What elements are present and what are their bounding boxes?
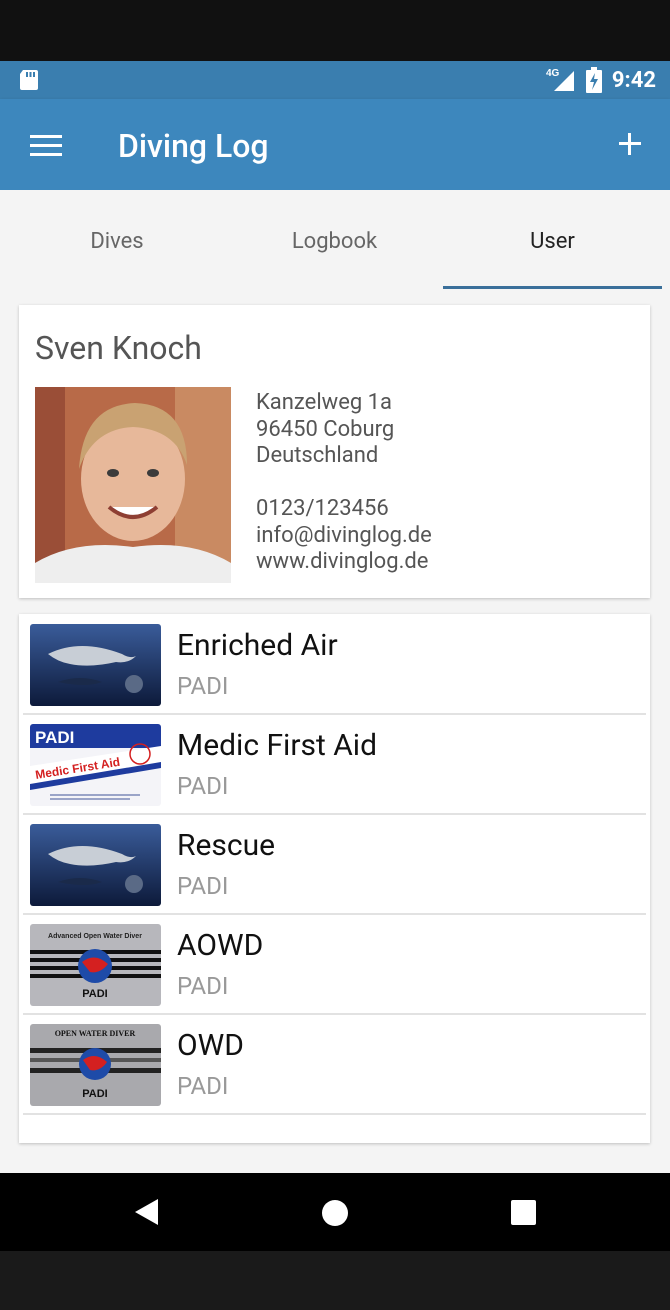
- cert-card-image: Advanced Open Water Diver PADI: [30, 924, 161, 1006]
- address-line-1: Kanzelweg 1a: [256, 390, 393, 415]
- back-triangle-icon[interactable]: [135, 1199, 158, 1225]
- tab-indicator: [443, 286, 662, 289]
- cert-row-medic-first-aid[interactable]: PADI Medic First Aid Medic First Aid PAD…: [23, 714, 646, 815]
- cert-card-image: OPEN WATER DIVER PADI: [30, 1024, 161, 1106]
- svg-text:PADI: PADI: [82, 988, 107, 1000]
- sd-card-icon: [20, 70, 38, 90]
- cert-card-image: PADI Medic First Aid: [30, 724, 161, 806]
- cert-row-owd[interactable]: OPEN WATER DIVER PADI OWD PADI: [23, 1014, 646, 1115]
- status-right: 4G 9:42: [546, 65, 656, 95]
- app-title: Diving Log: [118, 127, 269, 165]
- address-line-2: 96450 Coburg: [256, 416, 395, 442]
- cert-org: PADI: [177, 872, 229, 900]
- svg-text:4G: 4G: [546, 68, 560, 79]
- cert-row-aowd[interactable]: Advanced Open Water Diver PADI AOWD PADI: [23, 914, 646, 1015]
- certifications-card: Enriched Air PADI PADI Medic First Aid M…: [19, 614, 650, 1143]
- system-nav-bar: [0, 1173, 670, 1251]
- cert-name: AOWD: [177, 928, 264, 963]
- cert-org: PADI: [177, 1072, 229, 1100]
- user-website: www.divinglog.de: [256, 549, 429, 574]
- user-card: Sven Knoch Kanzelweg 1a 96450 Coburg Deu…: [19, 305, 650, 598]
- status-time: 9:42: [611, 67, 656, 93]
- user-photo: [35, 387, 231, 583]
- tab-user[interactable]: User: [443, 190, 662, 292]
- status-bar: 4G 9:42: [0, 61, 670, 99]
- top-black-band: [0, 0, 670, 61]
- cert-name: Medic First Aid: [177, 728, 378, 763]
- battery-icon: [585, 67, 602, 93]
- app-toolbar: Diving Log: [0, 99, 670, 190]
- tab-bar: Dives Logbook User: [0, 190, 670, 292]
- svg-text:PADI: PADI: [82, 1088, 107, 1100]
- user-phone: 0123/123456: [256, 496, 389, 521]
- tab-dives[interactable]: Dives: [8, 190, 226, 292]
- cert-org: PADI: [177, 772, 229, 800]
- tab-logbook[interactable]: Logbook: [226, 190, 443, 292]
- main-content: Dives Logbook User Sven Knoch Kanzelweg …: [0, 190, 670, 1173]
- user-name: Sven Knoch: [35, 329, 202, 367]
- cert-org: PADI: [177, 672, 229, 700]
- hamburger-menu-icon[interactable]: [30, 135, 62, 157]
- svg-text:OPEN WATER DIVER: OPEN WATER DIVER: [55, 1029, 136, 1038]
- cert-name: OWD: [177, 1028, 244, 1063]
- svg-text:Advanced Open Water Diver: Advanced Open Water Diver: [48, 933, 142, 940]
- cert-row-enriched-air[interactable]: Enriched Air PADI: [23, 614, 646, 715]
- cert-card-image: [30, 824, 161, 906]
- home-circle-icon[interactable]: [322, 1200, 348, 1226]
- bottom-band: [0, 1251, 670, 1310]
- user-email: info@divinglog.de: [256, 522, 432, 548]
- cert-card-image: [30, 624, 161, 706]
- svg-text:PADI: PADI: [35, 728, 74, 747]
- address-line-3: Deutschland: [256, 443, 379, 468]
- cert-org: PADI: [177, 972, 229, 1000]
- cert-name: Rescue: [177, 828, 276, 863]
- add-button[interactable]: [612, 126, 648, 162]
- user-contact: Kanzelweg 1a 96450 Coburg Deutschland 01…: [256, 390, 432, 576]
- signal-icon: 4G: [546, 68, 574, 91]
- recents-square-icon[interactable]: [511, 1200, 536, 1225]
- cert-name: Enriched Air: [177, 628, 338, 663]
- cert-row-rescue[interactable]: Rescue PADI: [23, 814, 646, 915]
